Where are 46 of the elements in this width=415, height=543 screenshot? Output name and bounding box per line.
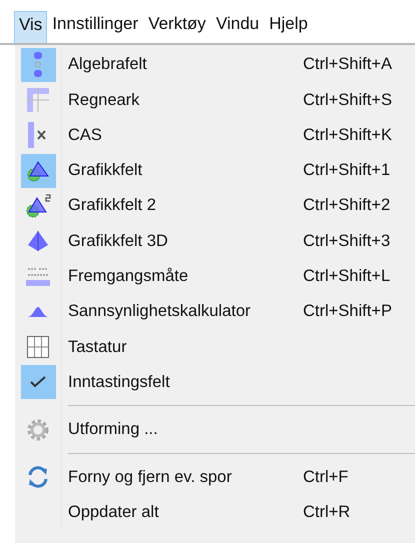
menu-entry[interactable]: Tastatur: [15, 329, 415, 365]
menu-entry[interactable]: Grafikkfelt Ctrl+Shift+1: [15, 152, 415, 188]
shortcut-text: Ctrl+Shift+A: [303, 54, 393, 76]
graphics-icon: [26, 160, 50, 182]
entry-label: Grafikkfelt: [67, 160, 144, 182]
shortcut-text: Ctrl+Shift+2: [303, 195, 392, 216]
shortcut-text: Ctrl+Shift+P: [303, 301, 393, 322]
menu-item[interactable]: Verktøy: [143, 10, 211, 43]
entry-label: Sannsynlighetskalkulator: [67, 301, 252, 322]
shortcut-text: Ctrl+Shift+L: [303, 266, 392, 288]
algebra-icon: [33, 52, 43, 78]
shortcut-text: Ctrl+Shift+1: [303, 160, 392, 182]
entry-label: Oppdater alt: [67, 502, 160, 523]
entry-label: Tastatur: [67, 336, 128, 358]
menu-entry[interactable]: Regneark Ctrl+Shift+S: [15, 82, 415, 118]
entry-label: Utforming ...: [67, 419, 159, 440]
menu-entry[interactable]: Oppdater alt Ctrl+R: [15, 494, 415, 530]
entry-label: Grafikkfelt 2: [67, 195, 158, 216]
menu-entry[interactable]: Grafikkfelt 3D Ctrl+Shift+3: [15, 223, 415, 259]
shortcut-text: Ctrl+R: [303, 502, 352, 523]
entry-label: CAS: [67, 124, 103, 146]
entry-label: Algebrafelt: [67, 54, 148, 76]
menu-entry[interactable]: Algebrafelt Ctrl+Shift+A: [15, 47, 415, 82]
entry-label: Grafikkfelt 3D: [67, 230, 169, 252]
entry-label: Regneark: [67, 90, 141, 111]
gear-icon: [26, 418, 50, 442]
shortcut-text: Ctrl+Shift+3: [303, 230, 392, 252]
refresh-icon: [27, 464, 49, 489]
menu-entry[interactable]: CAS Ctrl+Shift+K: [15, 118, 415, 153]
shortcut-text: Ctrl+Shift+K: [303, 124, 393, 146]
menu-item[interactable]: Innstillinger: [47, 10, 144, 43]
menu-entry[interactable]: Fremgangsmåte Ctrl+Shift+L: [15, 258, 415, 294]
check-icon: [30, 376, 46, 388]
entry-label: Forny og fjern ev. spor: [67, 466, 233, 488]
shortcut-text: Ctrl+Shift+S: [303, 90, 393, 111]
entry-label: Inntastingsfelt: [67, 372, 171, 393]
menu-entry[interactable]: Forny og fjern ev. spor Ctrl+F: [15, 459, 415, 495]
menu-item[interactable]: Hjelp: [264, 10, 313, 43]
menu-entry[interactable]: Inntastingsfelt: [15, 364, 415, 400]
menu-entry[interactable]: Sannsynlighetskalkulator Ctrl+Shift+P: [15, 294, 415, 330]
entry-label: Fremgangsmåte: [67, 266, 190, 288]
menu-item[interactable]: Vindu: [210, 10, 264, 43]
menu-entry[interactable]: Utforming ...: [15, 412, 415, 448]
shortcut-text: Ctrl+F: [303, 466, 350, 488]
menu-entry[interactable]: Grafikkfelt 2 Ctrl+Shift+2: [15, 188, 415, 224]
menu-item[interactable]: Vis: [14, 10, 48, 43]
